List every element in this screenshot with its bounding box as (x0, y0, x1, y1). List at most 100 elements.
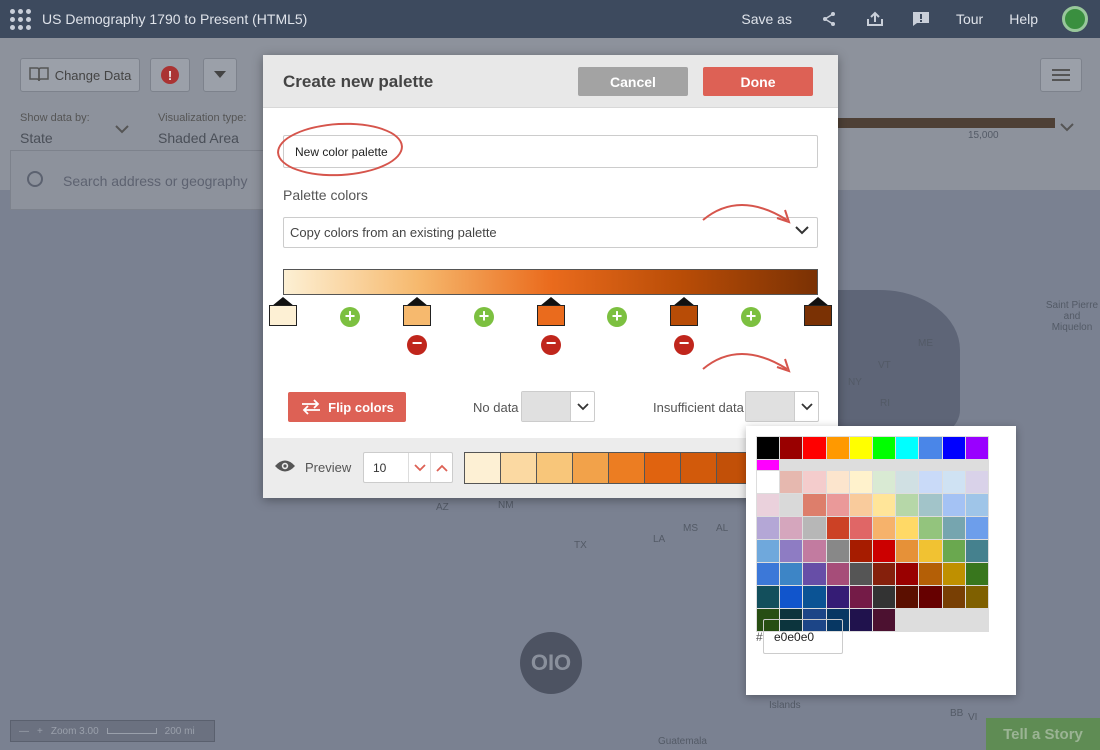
search-input[interactable]: Search address or geography (63, 173, 247, 189)
color-swatch[interactable] (872, 540, 896, 562)
hex-color-input[interactable]: e0e0e0 (763, 619, 843, 654)
color-swatch[interactable] (826, 563, 849, 585)
color-swatch[interactable] (780, 563, 803, 585)
flip-colors-button[interactable]: Flip colors (288, 392, 406, 422)
color-stop[interactable] (403, 297, 431, 327)
help-link[interactable]: Help (1009, 11, 1038, 27)
add-stop-button[interactable]: + (607, 307, 627, 327)
color-swatch[interactable] (896, 517, 919, 539)
decrease-button[interactable] (408, 453, 430, 482)
color-swatch[interactable] (757, 540, 780, 562)
color-swatch[interactable] (919, 494, 942, 516)
color-stop[interactable] (670, 297, 698, 327)
add-stop-button[interactable]: + (474, 307, 494, 327)
color-swatch[interactable] (780, 437, 803, 459)
color-swatch[interactable] (919, 563, 942, 585)
color-swatch[interactable] (780, 586, 803, 608)
color-swatch[interactable] (757, 586, 780, 608)
color-stop-swatch[interactable] (670, 305, 698, 326)
color-swatch[interactable] (803, 586, 826, 608)
color-swatch[interactable] (896, 540, 919, 562)
color-swatch[interactable] (826, 494, 849, 516)
tell-a-story-button[interactable]: Tell a Story (986, 718, 1100, 750)
color-stop[interactable] (804, 297, 832, 327)
color-stop[interactable] (269, 297, 297, 327)
color-swatch[interactable] (965, 494, 988, 516)
color-swatch[interactable] (849, 471, 872, 493)
apps-grid-icon[interactable] (10, 8, 32, 30)
color-swatch[interactable] (757, 517, 780, 539)
color-swatch[interactable] (780, 517, 803, 539)
eye-icon[interactable] (274, 459, 296, 473)
color-swatch[interactable] (896, 494, 919, 516)
color-swatch[interactable] (872, 517, 896, 539)
color-swatch[interactable] (942, 586, 965, 608)
color-swatch[interactable] (803, 540, 826, 562)
change-data-button[interactable]: Change Data (20, 58, 140, 92)
color-swatch[interactable] (872, 609, 896, 631)
remove-stop-button[interactable]: − (407, 334, 427, 355)
color-swatch[interactable] (942, 471, 965, 493)
color-swatch[interactable] (942, 494, 965, 516)
color-swatch[interactable] (780, 494, 803, 516)
color-swatch[interactable] (803, 471, 826, 493)
color-swatch[interactable] (872, 586, 896, 608)
color-swatch[interactable] (872, 494, 896, 516)
more-options-button[interactable] (203, 58, 237, 92)
color-swatch[interactable] (942, 437, 965, 459)
add-stop-button[interactable]: + (340, 307, 360, 327)
color-swatch[interactable] (849, 609, 872, 631)
zoom-in-button[interactable]: + (37, 726, 43, 737)
color-swatch[interactable] (872, 563, 896, 585)
color-swatch[interactable] (965, 517, 988, 539)
no-data-color-select[interactable] (521, 391, 595, 422)
color-swatch[interactable] (803, 494, 826, 516)
cancel-button[interactable]: Cancel (578, 67, 688, 96)
color-swatch[interactable] (965, 563, 988, 585)
legend-chevron-icon[interactable] (1060, 123, 1074, 132)
color-stop-swatch[interactable] (804, 305, 832, 326)
color-swatch[interactable] (896, 563, 919, 585)
feedback-icon[interactable] (912, 10, 930, 28)
menu-button[interactable] (1040, 58, 1082, 92)
color-swatch[interactable] (942, 540, 965, 562)
viz-type-select[interactable]: Shaded Area (158, 130, 239, 146)
color-swatch[interactable] (757, 494, 780, 516)
color-swatch[interactable] (826, 471, 849, 493)
color-swatch[interactable] (942, 563, 965, 585)
color-swatch[interactable] (757, 471, 780, 493)
done-button[interactable]: Done (703, 67, 813, 96)
color-swatch[interactable] (826, 540, 849, 562)
remove-stop-button[interactable]: − (674, 334, 694, 355)
color-swatch[interactable] (919, 517, 942, 539)
color-swatch[interactable] (919, 471, 942, 493)
color-swatch[interactable] (896, 586, 919, 608)
color-swatch[interactable] (849, 563, 872, 585)
save-as-link[interactable]: Save as (741, 11, 792, 27)
color-swatch[interactable] (919, 540, 942, 562)
color-swatch[interactable] (803, 437, 826, 459)
color-swatch[interactable] (849, 517, 872, 539)
color-swatch[interactable] (849, 540, 872, 562)
color-swatch[interactable] (849, 586, 872, 608)
insufficient-data-color-select[interactable] (745, 391, 819, 422)
color-swatch[interactable] (757, 437, 780, 459)
color-swatch[interactable] (826, 437, 849, 459)
color-stop[interactable] (537, 297, 565, 327)
add-stop-button[interactable]: + (741, 307, 761, 327)
color-swatch[interactable] (872, 437, 896, 459)
color-stop-swatch[interactable] (403, 305, 431, 326)
increase-button[interactable] (430, 453, 452, 482)
color-swatch[interactable] (826, 586, 849, 608)
info-button[interactable]: ! (150, 58, 190, 92)
color-swatch[interactable] (919, 586, 942, 608)
zoom-out-button[interactable]: — (19, 726, 29, 737)
color-swatch[interactable] (942, 517, 965, 539)
search-box[interactable]: Search address or geography (10, 150, 270, 210)
color-swatch[interactable] (757, 563, 780, 585)
share-icon[interactable] (820, 10, 838, 28)
color-swatch[interactable] (780, 471, 803, 493)
color-swatch[interactable] (965, 586, 988, 608)
color-swatch[interactable] (803, 517, 826, 539)
color-swatch[interactable] (919, 437, 942, 459)
